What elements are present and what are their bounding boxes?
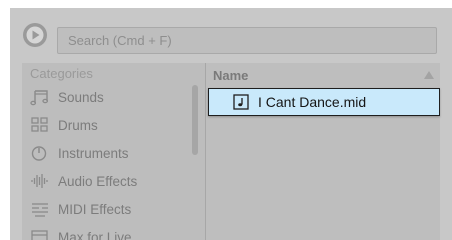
sidebar-item-drums[interactable]: Drums <box>22 112 192 138</box>
sounds-icon <box>30 90 49 106</box>
midi-clip-icon <box>233 94 249 110</box>
sidebar-item-label: MIDI Effects <box>58 201 132 217</box>
sidebar-item-sounds[interactable]: Sounds <box>22 84 192 110</box>
sidebar-item-label: Audio Effects <box>58 173 138 189</box>
audio-effects-icon <box>31 174 48 188</box>
instruments-icon <box>31 146 47 161</box>
sidebar-item-midi-effects[interactable]: MIDI Effects <box>22 196 192 222</box>
sidebar-item-instruments[interactable]: Instruments <box>22 140 192 166</box>
sidebar-item-label: Instruments <box>58 145 129 161</box>
column-name-label: Name <box>213 68 249 83</box>
sidebar-item-label: Drums <box>58 117 98 133</box>
sidebar-item-label: Sounds <box>58 89 104 105</box>
sidebar-item-audio-effects[interactable]: Audio Effects <box>22 168 192 194</box>
preview-play-button[interactable] <box>23 23 47 47</box>
midi-effects-icon <box>32 203 48 217</box>
play-icon <box>26 26 44 44</box>
drums-icon <box>31 117 48 132</box>
file-row[interactable]: I Cant Dance.mid <box>208 88 440 116</box>
file-list-panel: Name I Cant Dance.mid <box>206 63 440 240</box>
sort-ascending-icon[interactable] <box>424 71 434 79</box>
search-box[interactable] <box>57 27 437 54</box>
max-for-live-icon <box>31 230 48 240</box>
name-column-header[interactable]: Name <box>206 63 440 87</box>
sidebar-scrollbar[interactable] <box>192 85 198 155</box>
sidebar-item-max-for-live[interactable]: Max for Live <box>22 224 192 240</box>
browser-window: Categories Sounds Drums <box>10 8 452 240</box>
sidebar-item-label: Max for Live <box>58 229 132 240</box>
file-name: I Cant Dance.mid <box>258 94 367 110</box>
categories-sidebar: Categories Sounds Drums Instruments Audi… <box>22 63 206 240</box>
categories-header: Categories <box>30 66 93 81</box>
search-input[interactable] <box>68 28 428 53</box>
